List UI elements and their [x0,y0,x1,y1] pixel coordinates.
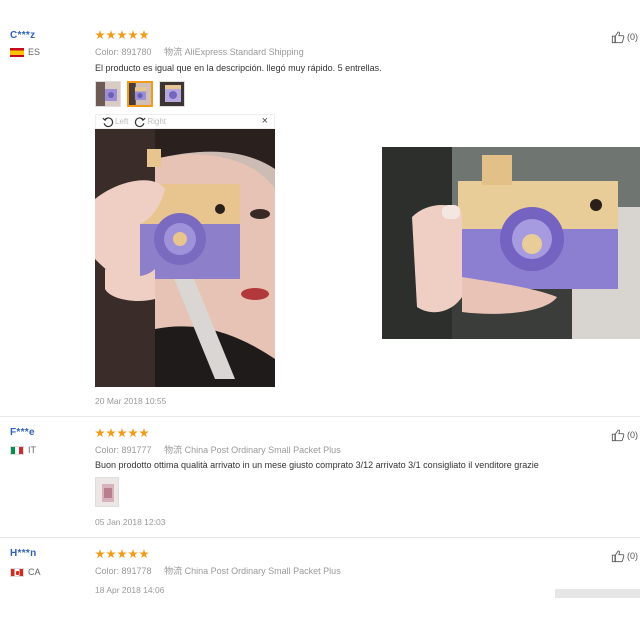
photo-thumbnail[interactable] [95,81,121,107]
helpful-count: (0) [627,551,638,561]
helpful-button[interactable]: (0) [611,428,638,442]
thumbs-up-icon [611,31,625,44]
color-value: 891778 [121,566,152,576]
review-username: F***e [10,427,35,438]
review-divider [0,537,640,538]
review-username: H***n [10,548,37,559]
review-meta: Color: 891778 物流 China Post Ordinary Sma… [95,564,341,577]
color-label: Color: [95,445,120,455]
rotate-left-button[interactable]: Left [102,116,128,128]
image-viewer-toolbar: Left Right × [95,114,275,129]
helpful-count: (0) [627,32,638,42]
review-country: ES [10,47,40,57]
rating-stars [95,549,149,559]
country-code: ES [28,47,41,57]
color-value: 891777 [121,445,152,455]
rotate-right-button[interactable]: Right [134,116,166,128]
color-label: Color: [95,566,120,576]
helpful-count: (0) [627,430,638,440]
review-photo-side [382,147,640,339]
canada-flag-icon [10,567,24,577]
country-code: CA [28,567,41,577]
star-icon [95,428,105,438]
review-date: 20 Mar 2018 10:55 [95,396,167,406]
rating-stars [95,428,149,438]
review-divider [0,416,640,417]
star-icon [128,428,138,438]
photo-thumbnails [95,477,119,507]
star-icon [106,549,116,559]
star-icon [139,428,149,438]
star-icon [95,30,105,40]
star-icon [128,30,138,40]
star-icon [128,549,138,559]
shipping-value: China Post Ordinary Small Packet Plus [184,566,341,576]
review-date: 18 Apr 2018 14:06 [95,585,165,595]
helpful-button[interactable]: (0) [611,549,638,563]
color-label: Color: [95,47,120,57]
photo-thumbnail[interactable] [95,477,119,507]
photo-thumbnail[interactable] [159,81,185,107]
star-icon [117,549,127,559]
review-meta: Color: 891780 物流 AliExpress Standard Shi… [95,45,304,58]
italy-flag-icon [10,445,24,455]
rotate-left-icon [102,116,114,127]
review-date: 05 Jan 2018 12:03 [95,517,166,527]
star-icon [117,428,127,438]
star-icon [139,30,149,40]
review-country: CA [10,567,41,577]
star-icon [117,30,127,40]
country-code: IT [28,445,36,455]
pagination-strip [555,589,640,598]
helpful-button[interactable]: (0) [611,30,638,44]
photo-thumbnails [95,81,185,107]
review-meta: Color: 891777 物流 China Post Ordinary Sma… [95,443,341,456]
star-icon [106,428,116,438]
star-icon [139,549,149,559]
shipping-label: 物流 [164,47,183,57]
review-username: C***z [10,30,36,41]
close-icon[interactable]: × [262,115,268,127]
review-photo-large [95,129,275,387]
shipping-value: AliExpress Standard Shipping [184,47,304,57]
rotate-right-label: Right [147,117,167,126]
shipping-value: China Post Ordinary Small Packet Plus [184,445,341,455]
rotate-left-label: Left [115,117,129,126]
star-icon [95,549,105,559]
rotate-right-icon [135,116,146,127]
star-icon [106,30,116,40]
shipping-label: 物流 [164,566,183,576]
thumbs-up-icon [611,550,625,563]
shipping-label: 物流 [164,445,183,455]
color-value: 891780 [121,47,152,57]
review-text: El producto es igual que en la descripci… [95,63,382,73]
review-country: IT [10,445,36,455]
photo-thumbnail-active[interactable] [127,81,153,107]
spain-flag-icon [10,47,24,57]
rating-stars [95,30,149,40]
review-text: Buon prodotto ottima qualità arrivato in… [95,460,539,470]
thumbs-up-icon [611,429,625,442]
